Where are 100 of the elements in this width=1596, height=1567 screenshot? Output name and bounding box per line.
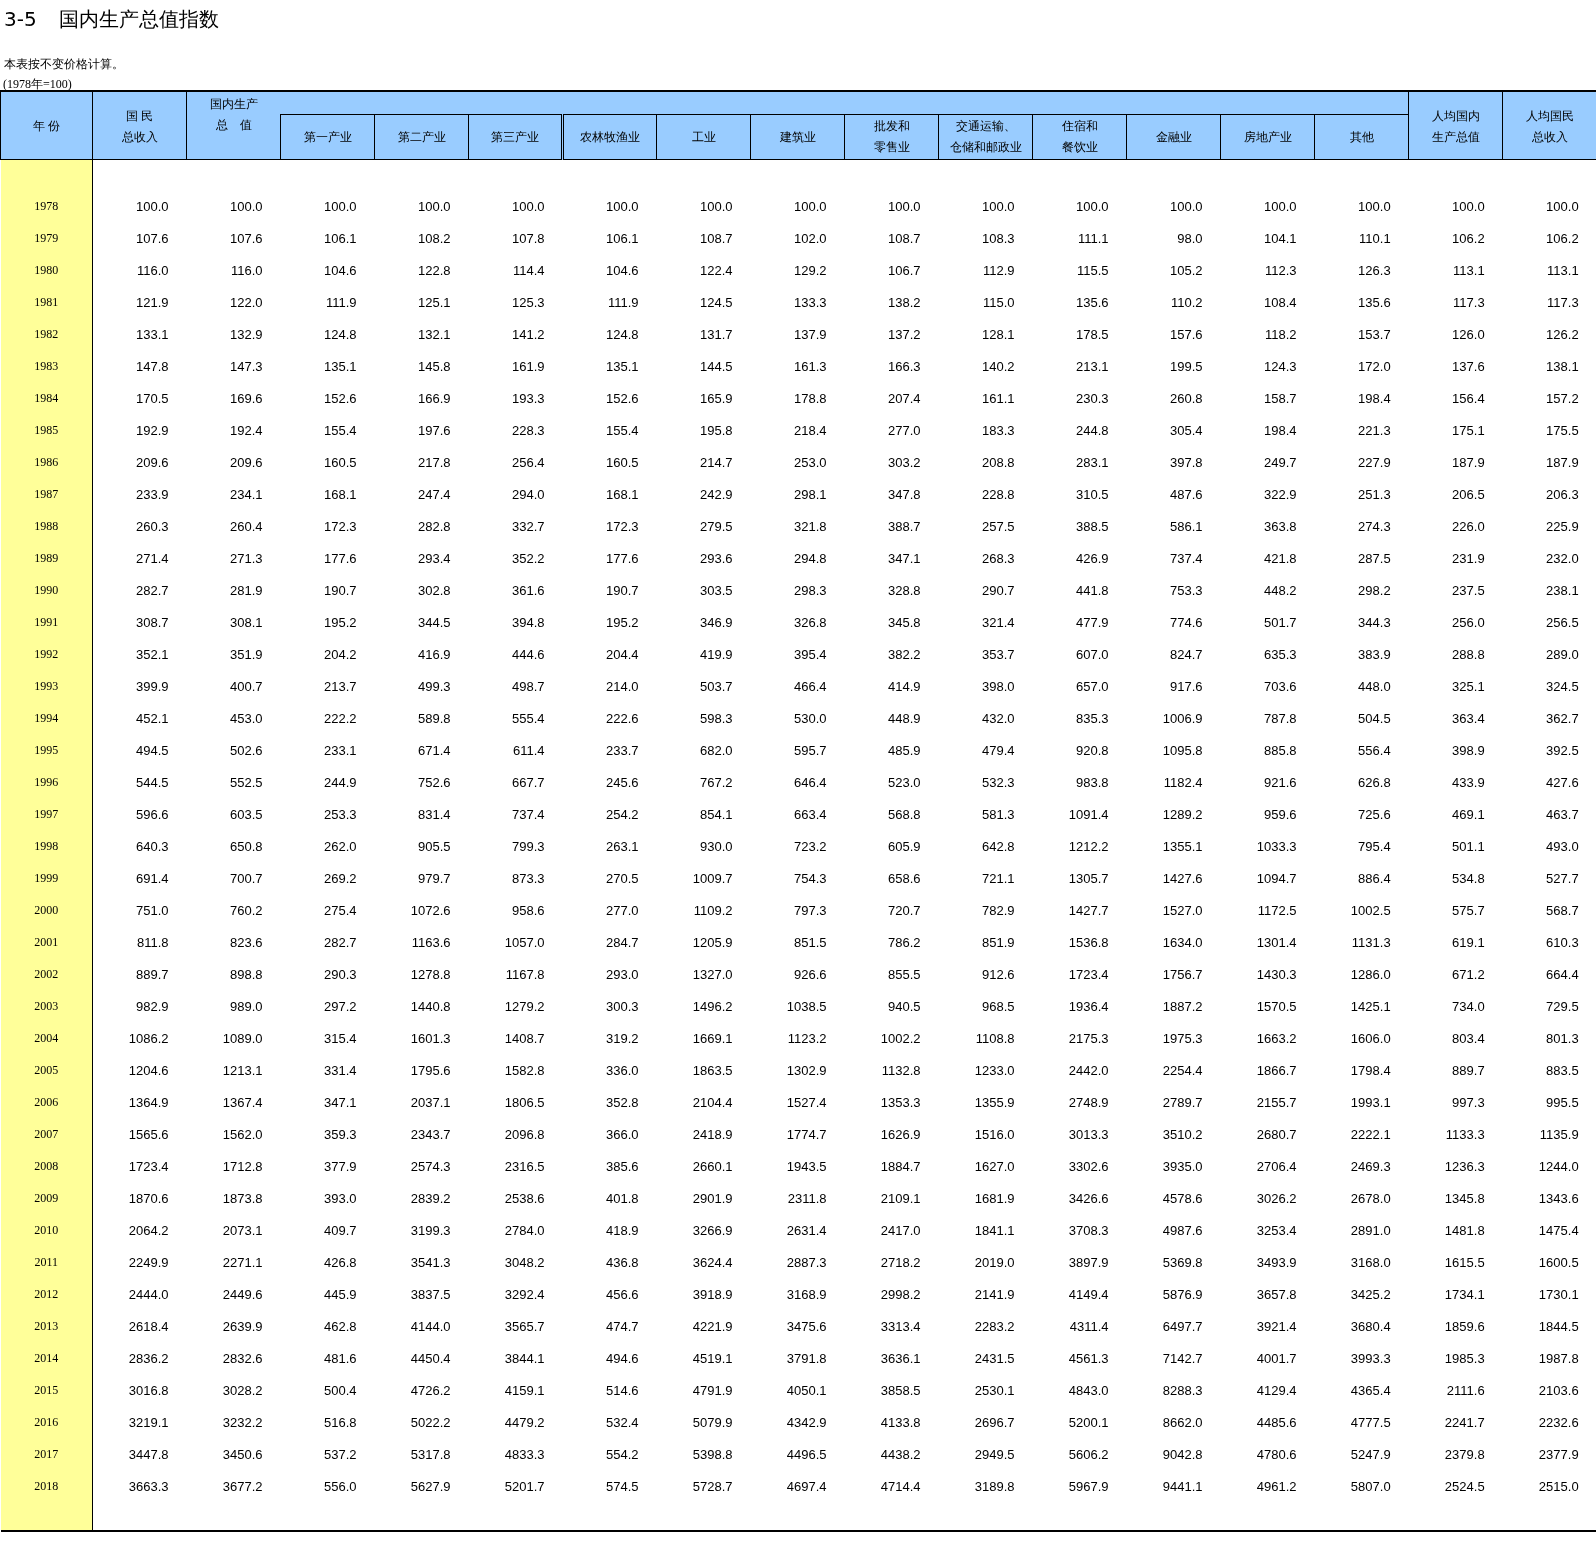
table-cell-text: 247.4 xyxy=(416,485,452,504)
table-cell-text: 183.3 xyxy=(980,421,1016,440)
table-cell-text: 500.4 xyxy=(322,1381,358,1400)
table-cell-text: 441.8 xyxy=(1074,581,1110,600)
table-cell-text: 362.7 xyxy=(1545,709,1580,728)
table-cell-text: 568.8 xyxy=(886,805,922,824)
table-cell-text: 131.7 xyxy=(698,325,734,344)
table-cell-text: 135.6 xyxy=(1357,293,1392,312)
table-cell-text: 671.4 xyxy=(416,741,452,760)
table-cell-text: 1355.1 xyxy=(1161,837,1204,856)
table-cell-text: 98.0 xyxy=(1176,229,1204,248)
table-cell-text: 137.9 xyxy=(792,325,828,344)
table-cell-text: 104.6 xyxy=(322,261,358,280)
table-cell-text: 4149.4 xyxy=(1067,1285,1110,1304)
table-cell-text: 504.5 xyxy=(1357,709,1392,728)
table-cell-text: 393.0 xyxy=(322,1189,358,1208)
table-cell-text: 1730.1 xyxy=(1537,1285,1580,1304)
table-cell-text: 394.8 xyxy=(510,613,546,632)
table-cell-text: 100.0 xyxy=(980,197,1016,216)
table-cell-text: 485.9 xyxy=(886,741,922,760)
table-cell-text: 383.9 xyxy=(1357,645,1392,664)
table-cell-text: 855.5 xyxy=(886,965,922,984)
table-cell-text: 2631.4 xyxy=(785,1221,828,1240)
table-cell: 494.5 xyxy=(92,734,187,766)
table-cell-text: 786.2 xyxy=(886,933,922,952)
table-cell-text: 5728.7 xyxy=(691,1477,734,1496)
table-cell-text: 575.7 xyxy=(1451,901,1486,920)
table-cell-text: 352.8 xyxy=(604,1093,640,1112)
table-cell-text: 801.3 xyxy=(1545,1029,1580,1048)
table-cell-text: 352.2 xyxy=(510,549,546,568)
table-cell-text: 603.5 xyxy=(228,805,264,824)
table-cell-text: 2431.5 xyxy=(973,1349,1016,1368)
table-cell-text: 4450.4 xyxy=(409,1349,452,1368)
table-cell-text: 2283.2 xyxy=(973,1317,1016,1336)
table-cell-text: 178.5 xyxy=(1074,325,1110,344)
table-cell-text: 321.8 xyxy=(792,517,828,536)
table-cell-text: 106.2 xyxy=(1451,229,1486,248)
table-cell-text: 4777.5 xyxy=(1349,1413,1392,1432)
year-cell: 1990 xyxy=(0,574,93,606)
table-cell-text: 5247.9 xyxy=(1349,1445,1392,1464)
year-cell: 2002 xyxy=(0,958,93,990)
table-cell-text: 589.8 xyxy=(416,709,452,728)
table-cell-text: 700.7 xyxy=(228,869,264,888)
table-cell-text: 1841.1 xyxy=(973,1221,1016,1240)
table-cell-text: 1425.1 xyxy=(1349,997,1392,1016)
table-cell-text: 166.3 xyxy=(886,357,922,376)
table-cell-text: 392.5 xyxy=(1545,741,1580,760)
table-cell-text: 2096.8 xyxy=(503,1125,546,1144)
table-cell-text: 4726.2 xyxy=(409,1381,452,1400)
table-cell-text: 104.6 xyxy=(604,261,640,280)
table-cell-text: 198.4 xyxy=(1262,421,1298,440)
column-header-text: 工业 xyxy=(690,128,717,146)
table-cell-text: 3189.8 xyxy=(973,1477,1016,1496)
table-cell-text: 1279.2 xyxy=(503,997,546,1016)
table-cell: 192.9 xyxy=(92,414,187,446)
year-cell: 2010 xyxy=(0,1214,93,1246)
table-cell-text: 190.7 xyxy=(322,581,358,600)
table-cell-text: 782.9 xyxy=(980,901,1016,920)
table-cell-text: 1985.3 xyxy=(1443,1349,1486,1368)
table-cell-text: 436.8 xyxy=(604,1253,640,1272)
table-cell-text: 1167.8 xyxy=(504,965,546,984)
table-cell-text: 9042.8 xyxy=(1161,1445,1204,1464)
table-cell-text: 463.7 xyxy=(1545,805,1580,824)
table-cell-text: 118.2 xyxy=(1263,325,1298,344)
table-cell-text: 2417.0 xyxy=(879,1221,922,1240)
year-cell: 1988 xyxy=(0,510,93,542)
table-cell-text: 1723.4 xyxy=(1067,965,1110,984)
column-header-text: 房地产业 xyxy=(1242,128,1293,146)
table-cell-text: 5627.9 xyxy=(409,1477,452,1496)
table-cell-text: 1756.7 xyxy=(1161,965,1204,984)
table-cell-text: 3657.8 xyxy=(1255,1285,1298,1304)
table-cell-text: 244.9 xyxy=(322,773,358,792)
table-cell-text: 4961.2 xyxy=(1255,1477,1298,1496)
table-cell-text: 854.1 xyxy=(698,805,734,824)
table-cell-text: 1681.9 xyxy=(973,1189,1016,1208)
table-cell-text: 1887.2 xyxy=(1161,997,1204,1016)
table-cell-text: 388.5 xyxy=(1074,517,1110,536)
table-cell-text: 4221.9 xyxy=(691,1317,734,1336)
table-cell-text: 568.7 xyxy=(1545,901,1580,920)
table-cell-text: 221.3 xyxy=(1357,421,1392,440)
year-cell: 1993 xyxy=(0,670,93,702)
table-cell-text: 1634.0 xyxy=(1161,933,1204,952)
table-cell-text: 106.7 xyxy=(886,261,922,280)
table-cell-text: 326.8 xyxy=(792,613,828,632)
table-cell-text: 958.6 xyxy=(510,901,546,920)
table-cell-text: 5807.0 xyxy=(1349,1477,1392,1496)
table-cell-text: 4479.2 xyxy=(503,1413,546,1432)
table-cell-text: 147.3 xyxy=(228,357,264,376)
table-cell-text: 3266.9 xyxy=(691,1221,734,1240)
table-cell-text: 2037.1 xyxy=(409,1093,452,1112)
table-cell-text: 175.1 xyxy=(1451,421,1486,440)
table-cell: 133.1 xyxy=(92,318,187,350)
year-cell: 1997 xyxy=(0,798,93,830)
table-cell-text: 5398.8 xyxy=(691,1445,734,1464)
table-cell-text: 4791.9 xyxy=(691,1381,734,1400)
table-cell-text: 287.5 xyxy=(1357,549,1392,568)
table-cell-text: 2515.0 xyxy=(1537,1477,1580,1496)
table-cell-text: 385.6 xyxy=(604,1157,640,1176)
year-cell: 2007 xyxy=(0,1118,93,1150)
table-cell-text: 1496.2 xyxy=(691,997,734,1016)
